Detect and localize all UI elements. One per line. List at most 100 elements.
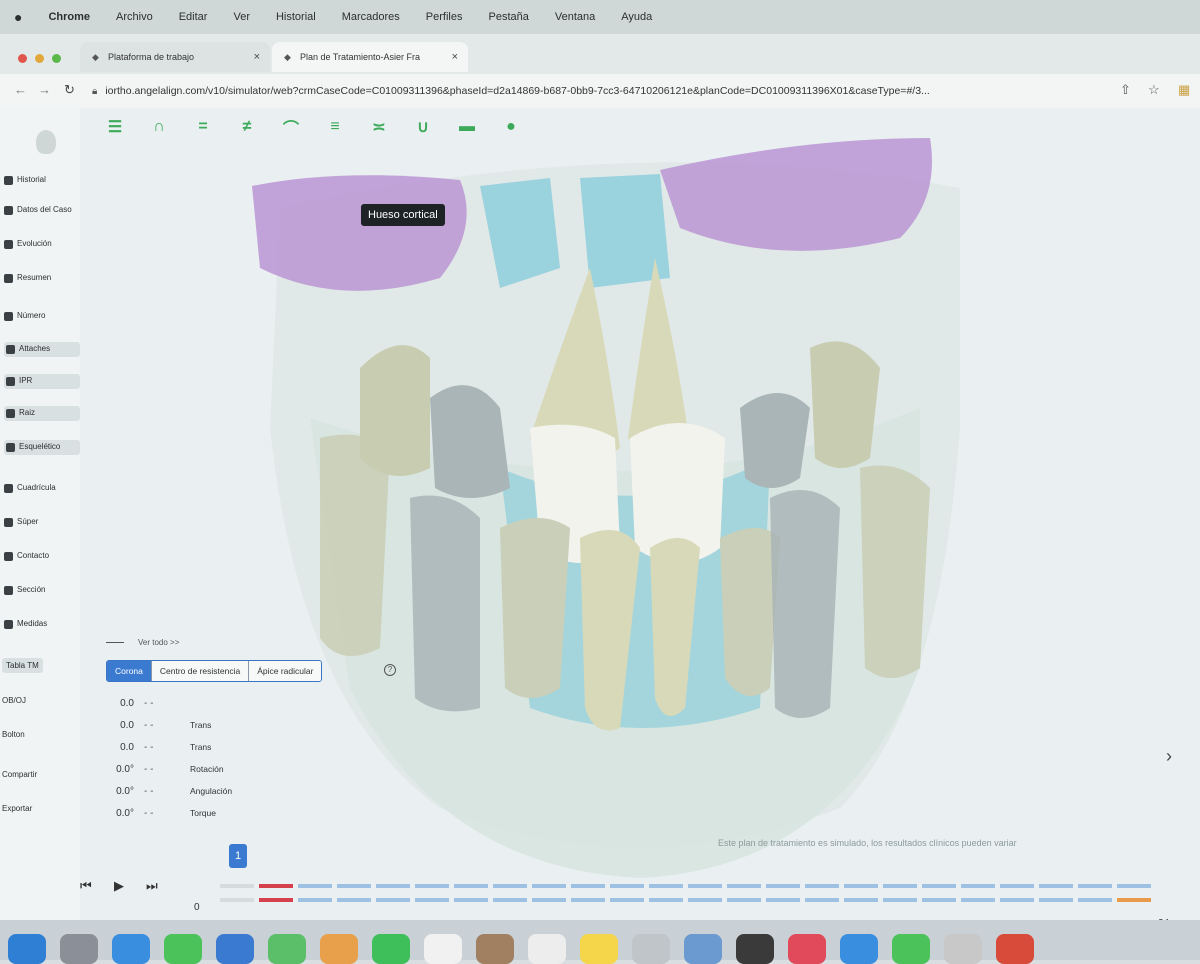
skip-forward-icon[interactable]: ⏭ [146, 878, 158, 894]
grid-icon [4, 484, 13, 493]
sidebar-item-raiz[interactable]: Raiz [4, 406, 80, 421]
movement-row: 0.0- - Trans [120, 742, 212, 753]
chevron-right-icon[interactable]: › [1166, 746, 1172, 767]
movement-row: 0.0° - - Angulación [116, 786, 233, 797]
url-field[interactable]: 🔒︎ iortho.angelalign.com/v10/simulator/w… [92, 80, 1112, 102]
stage-start-label: 0 [194, 902, 200, 913]
sidebar-compartir[interactable]: Compartir [2, 770, 37, 779]
upper-arch-icon[interactable]: ⌒ [280, 116, 302, 138]
simulation-disclaimer: Este plan de tratamiento es simulado, lo… [718, 838, 1017, 848]
sidebar-tabla-tm[interactable]: Tabla TM [2, 658, 43, 673]
seg-apice-radicular[interactable]: Ápice radicular [249, 661, 322, 681]
menu-ventana[interactable]: Ventana [555, 11, 595, 23]
sidebar-item-seccion[interactable]: Sección [4, 585, 76, 595]
cortical-bone-left[interactable] [252, 175, 467, 291]
dental-3d-model[interactable] [80, 108, 1200, 920]
ver-todo-link[interactable]: Ver todo >> [106, 638, 179, 647]
upper-stage-track[interactable] [220, 884, 1151, 888]
cortical-bone-right[interactable] [660, 138, 932, 251]
menu-ver[interactable]: Ver [233, 11, 250, 23]
lower-tooth[interactable] [720, 528, 780, 696]
extension-icon[interactable]: ▦ [1178, 82, 1190, 98]
lower-molar[interactable] [410, 495, 480, 712]
window-controls [18, 54, 61, 63]
movement-row: 0.0- - Trans [120, 720, 212, 731]
skip-back-icon[interactable]: ⏮ [80, 878, 92, 894]
menu-pestana[interactable]: Pestaña [488, 11, 528, 23]
movement-row: 0.0- - [120, 698, 154, 709]
menu-perfiles[interactable]: Perfiles [426, 11, 463, 23]
menu-marcadores[interactable]: Marcadores [342, 11, 400, 23]
menu-chrome[interactable]: Chrome [48, 11, 90, 23]
section-icon [4, 586, 13, 595]
address-bar: ← → ↻ 🔒︎ iortho.angelalign.com/v10/simul… [0, 74, 1200, 109]
tab-plan-tratamiento[interactable]: ◆ Plan de Tratamiento-Asier Fra × [272, 42, 468, 72]
macos-dock [0, 920, 1200, 964]
all-arches-icon[interactable]: ☰ [104, 116, 126, 138]
simulator-viewport[interactable]: ☰ ∩ = ≠ ⌒ ≡ ≍ ∪ ▬ ● Hueso cortical Ver t… [80, 108, 1200, 920]
back-arrow-icon[interactable]: ← [14, 82, 27, 97]
sidebar-bolton[interactable]: Bolton [2, 730, 25, 739]
split-view-icon[interactable]: ▬ [456, 116, 478, 138]
close-tab-icon[interactable]: × [452, 51, 458, 63]
sidebar-item-resumen[interactable]: Resumen [4, 273, 76, 283]
menu-editar[interactable]: Editar [179, 11, 208, 23]
separate-icon[interactable]: ≍ [368, 116, 390, 138]
history-icon [4, 176, 13, 185]
tab-label: Plan de Tratamiento-Asier Fra [300, 52, 421, 62]
root-icon [6, 409, 15, 418]
avatar[interactable] [36, 130, 56, 154]
simulator-sidebar: Historial Datos del Caso Evolución Resum… [0, 108, 81, 920]
sidebar-item-attaches[interactable]: Attaches [4, 342, 80, 357]
arch-icon[interactable]: ∩ [148, 116, 170, 138]
sidebar-item-contacto[interactable]: Contacto [4, 551, 76, 561]
seg-corona[interactable]: Corona [107, 661, 152, 681]
menu-historial[interactable]: Historial [276, 11, 316, 23]
view-toolbar: ☰ ∩ = ≠ ⌒ ≡ ≍ ∪ ▬ ● [104, 116, 522, 138]
lower-stage-track[interactable] [220, 898, 1151, 902]
lower-tooth[interactable] [500, 518, 570, 698]
current-stage-marker[interactable]: 1 [229, 844, 247, 868]
macos-menubar: ● Chrome Archivo Editar Ver Historial Ma… [0, 0, 1200, 34]
bookmark-star-icon[interactable]: ☆ [1148, 82, 1160, 98]
menu-ayuda[interactable]: Ayuda [621, 11, 652, 23]
play-icon[interactable]: ▶ [114, 878, 124, 894]
lower-stack-icon[interactable]: ≡ [324, 116, 346, 138]
sidebar-item-historial[interactable]: Historial [4, 175, 76, 185]
reload-icon[interactable]: ↻ [64, 82, 75, 98]
sidebar-item-esqueletico[interactable]: Esquelético [4, 440, 80, 455]
minimize-window-button[interactable] [35, 54, 44, 63]
sidebar-exportar[interactable]: Exportar [2, 804, 32, 813]
sidebar-item-ipr[interactable]: IPR [4, 374, 80, 389]
zoom-window-button[interactable] [52, 54, 61, 63]
sidebar-item-medidas[interactable]: Medidas [4, 619, 76, 629]
upper-lower-icon[interactable]: = [192, 116, 214, 138]
sidebar-item-numero[interactable]: Número [4, 311, 76, 321]
lower-arch-icon[interactable]: ∪ [412, 116, 434, 138]
apple-icon[interactable]: ● [14, 9, 22, 25]
menu-archivo[interactable]: Archivo [116, 11, 153, 23]
reference-point-segmented: Corona Centro de resistencia Ápice radic… [106, 660, 323, 682]
tooth-color-icon[interactable]: ● [500, 116, 522, 138]
playback-controls: ⏮ ▶ ⏭ 1 0 24 [80, 844, 1200, 920]
upper-canine[interactable] [740, 393, 810, 488]
help-icon[interactable]: ? [384, 664, 396, 676]
lower-molar[interactable] [860, 465, 930, 679]
case-data-icon [4, 206, 13, 215]
sidebar-item-super[interactable]: Súper [4, 517, 76, 527]
close-window-button[interactable] [18, 54, 27, 63]
sidebar-item-cuadricula[interactable]: Cuadrícula [4, 483, 76, 493]
sidebar-ob-oj[interactable]: OB/OJ [2, 696, 26, 705]
lower-molar[interactable] [770, 490, 840, 718]
ipr-icon [6, 377, 15, 386]
seg-centro-resistencia[interactable]: Centro de resistencia [151, 661, 250, 681]
occlusion-icon[interactable]: ≠ [236, 116, 258, 138]
lower-molar[interactable] [320, 434, 390, 656]
close-tab-icon[interactable]: × [254, 51, 260, 63]
sidebar-item-evolucion[interactable]: Evolución [4, 239, 76, 249]
tab-plataforma[interactable]: ◆ Plataforma de trabajo × [80, 42, 270, 72]
upper-premolar[interactable] [810, 341, 880, 468]
share-icon[interactable]: ⇧ [1120, 82, 1131, 98]
sidebar-item-datos[interactable]: Datos del Caso [4, 205, 76, 215]
forward-arrow-icon[interactable]: → [38, 82, 51, 97]
